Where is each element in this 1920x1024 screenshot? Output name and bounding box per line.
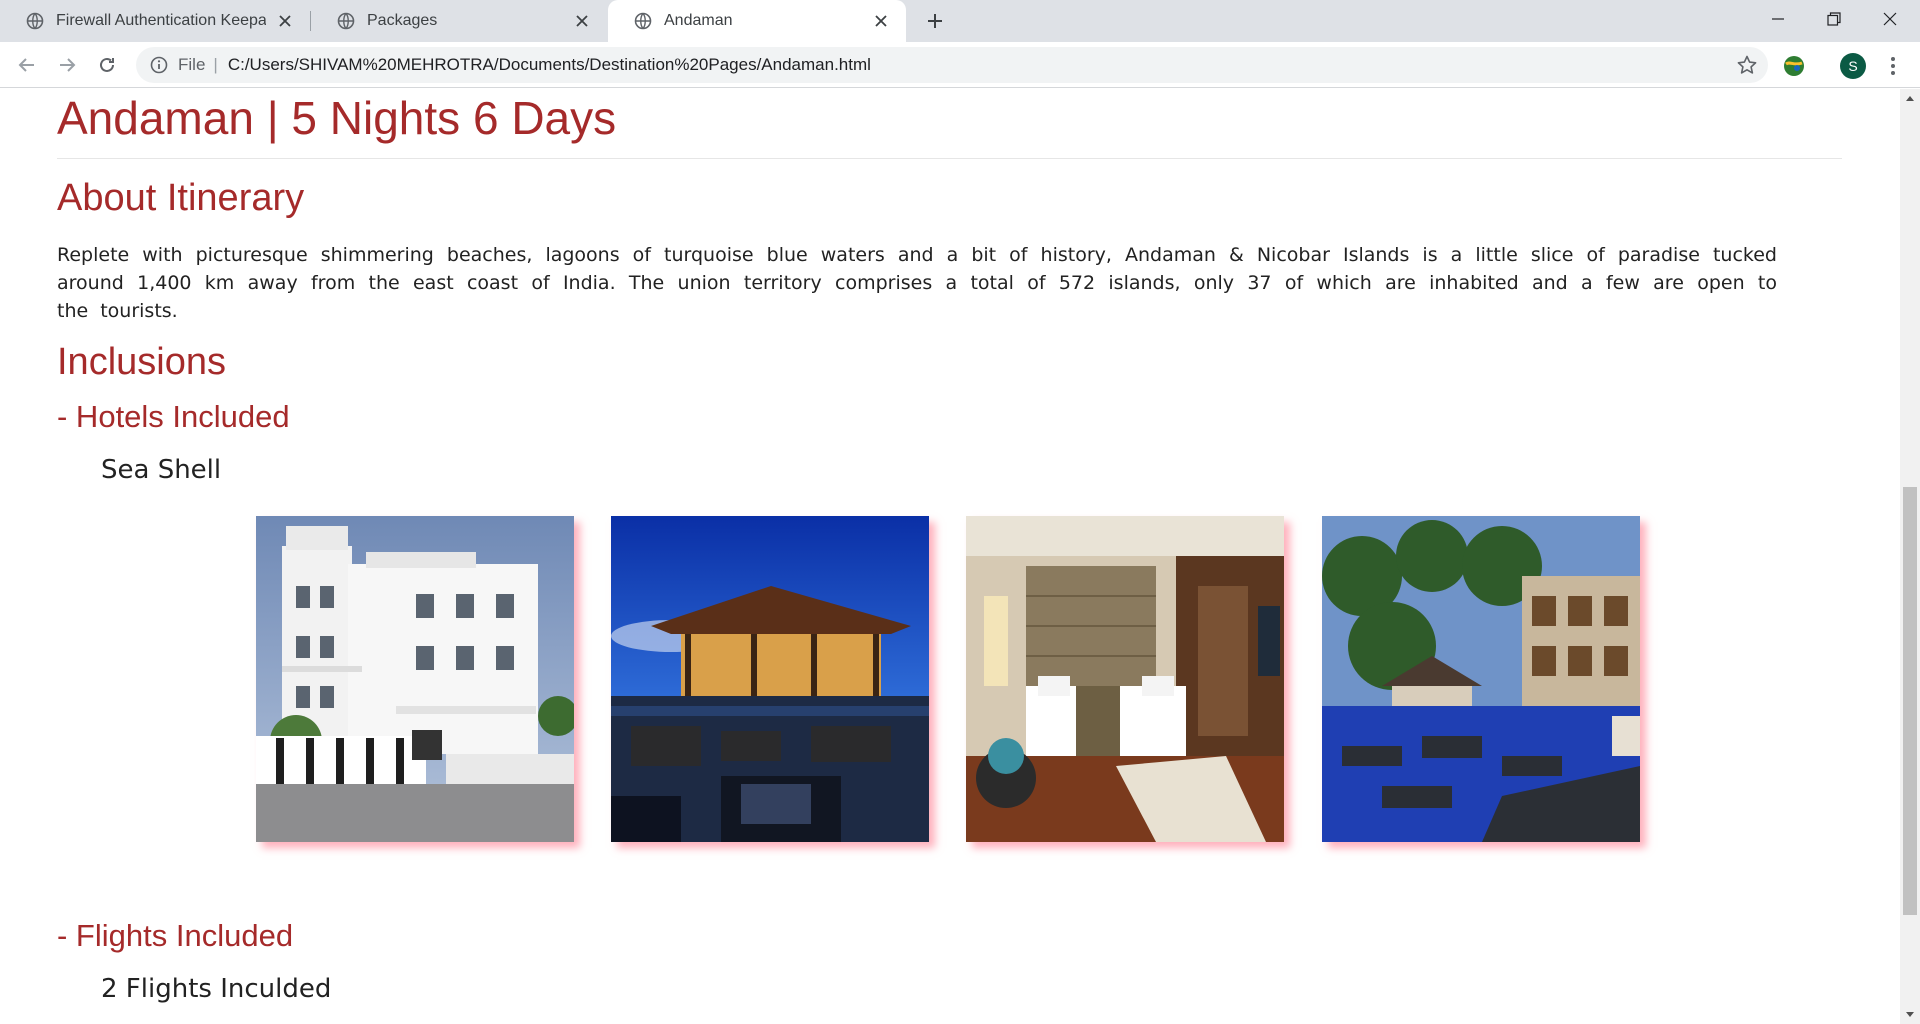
back-button[interactable] <box>12 50 42 80</box>
tab-strip: Firewall Authentication Keepalive Packag… <box>0 0 1920 42</box>
close-icon <box>1883 12 1897 26</box>
hotels-heading: - Hotels Included <box>57 399 290 434</box>
globe-icon <box>337 12 355 30</box>
close-icon[interactable] <box>274 10 296 32</box>
url-text[interactable]: C:/Users/SHIVAM%20MEHROTRA/Documents/Des… <box>228 55 871 75</box>
browser-toolbar: File | C:/Users/SHIVAM%20MEHROTRA/Docume… <box>0 42 1920 88</box>
reload-button[interactable] <box>92 50 122 80</box>
tab-andaman[interactable]: Andaman <box>608 0 906 42</box>
vertical-scrollbar[interactable] <box>1900 89 1920 1024</box>
scroll-down-icon[interactable] <box>1904 1010 1916 1020</box>
url-separator: | <box>213 55 218 74</box>
about-paragraph: Replete with picturesque shimmering beac… <box>57 244 1777 322</box>
extension-icon[interactable] <box>1782 54 1806 78</box>
flights-count: 2 Flights Inculded <box>101 974 332 1004</box>
hotel-photo-exterior <box>256 516 574 842</box>
close-icon[interactable] <box>571 10 593 32</box>
title-divider <box>57 158 1842 159</box>
info-icon[interactable] <box>150 56 168 74</box>
hotel-photo-room <box>966 516 1284 842</box>
restore-button[interactable] <box>1806 0 1862 38</box>
restore-icon <box>1827 12 1841 26</box>
address-bar[interactable]: File | C:/Users/SHIVAM%20MEHROTRA/Docume… <box>136 47 1768 83</box>
hotel-photo-lounge <box>611 516 929 842</box>
kebab-menu-icon <box>1891 57 1895 75</box>
arrow-left-icon <box>18 58 34 72</box>
tab-title: Andaman <box>664 12 733 29</box>
close-window-button[interactable] <box>1862 0 1918 38</box>
reload-icon <box>100 57 114 72</box>
globe-icon <box>634 12 652 30</box>
flights-heading: - Flights Included <box>57 918 294 953</box>
tab-title: Packages <box>367 12 438 29</box>
tab-packages[interactable]: Packages <box>311 0 607 42</box>
page-viewport: Andaman | 5 Nights 6 Days About Itinerar… <box>0 89 1920 1024</box>
inclusions-heading: Inclusions <box>57 341 226 383</box>
tab-title: Firewall Authentication Keepalive <box>56 12 266 29</box>
scrollbar-thumb[interactable] <box>1903 487 1917 915</box>
hotel-photo-pool <box>1322 516 1640 842</box>
hotel-gallery <box>256 516 1656 846</box>
arrow-right-icon <box>60 58 76 72</box>
about-heading: About Itinerary <box>57 177 305 219</box>
minimize-icon <box>1772 18 1784 20</box>
page-title: Andaman | 5 Nights 6 Days <box>57 92 617 144</box>
scroll-up-icon[interactable] <box>1904 93 1916 103</box>
hotel-name: Sea Shell <box>101 455 222 485</box>
close-icon[interactable] <box>870 10 892 32</box>
profile-avatar[interactable]: S <box>1840 53 1866 79</box>
new-tab-button[interactable] <box>922 8 948 34</box>
url-scheme: File <box>178 55 206 74</box>
minimize-button[interactable] <box>1750 0 1806 38</box>
tab-firewall[interactable]: Firewall Authentication Keepalive <box>0 0 310 42</box>
forward-button[interactable] <box>52 50 82 80</box>
menu-button[interactable] <box>1882 53 1904 79</box>
globe-icon <box>26 12 44 30</box>
bookmark-star-icon[interactable] <box>1736 54 1758 76</box>
